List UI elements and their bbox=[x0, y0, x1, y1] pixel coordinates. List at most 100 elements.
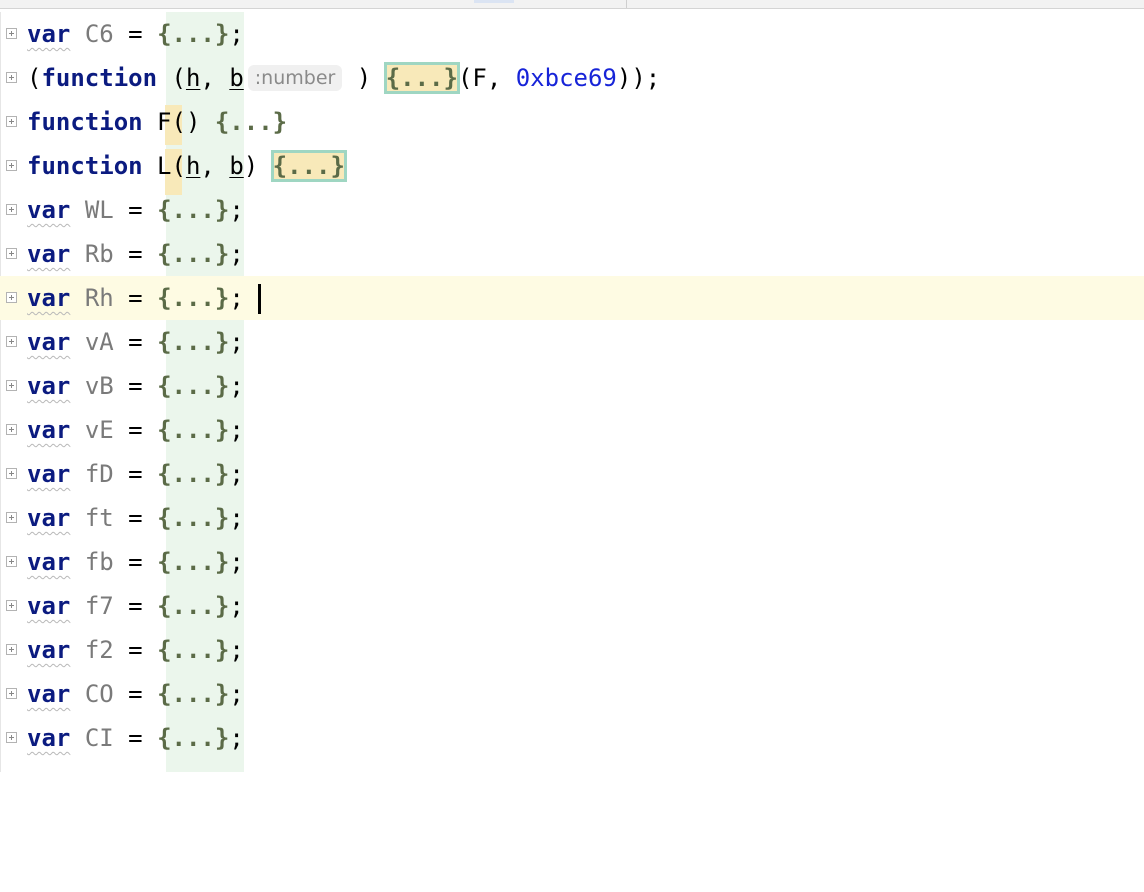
code-line[interactable]: (function (h, b:number ) {...}(F, 0xbce6… bbox=[0, 56, 1144, 100]
folded-block[interactable]: {...} bbox=[383, 62, 460, 94]
fold-expand-icon[interactable] bbox=[6, 468, 17, 479]
folded-block[interactable]: {...} bbox=[157, 416, 229, 444]
semicolon: ; bbox=[229, 460, 244, 488]
keyword: var bbox=[27, 592, 71, 620]
keyword: var bbox=[27, 460, 71, 488]
semicolon: ; bbox=[229, 372, 244, 400]
folded-block[interactable]: {...} bbox=[157, 680, 229, 708]
code-text: var C6 = {...}; bbox=[27, 12, 244, 56]
parameter: h bbox=[185, 64, 201, 92]
variable-name: fD bbox=[84, 460, 114, 488]
code-line[interactable]: var fD = {...}; bbox=[0, 452, 1144, 496]
folded-block[interactable]: {...} bbox=[157, 724, 229, 752]
code-editor[interactable]: var C6 = {...}; (function (h, b:number )… bbox=[0, 12, 1144, 772]
code-text: var vB = {...}; bbox=[27, 364, 244, 408]
code-text: var CO = {...}; bbox=[27, 672, 244, 716]
code-text: var CI = {...}; bbox=[27, 716, 244, 760]
number-literal: 0xbce69 bbox=[515, 64, 617, 92]
code-text: function F() {...} bbox=[27, 100, 287, 144]
fold-expand-icon[interactable] bbox=[6, 28, 17, 39]
fold-expand-icon[interactable] bbox=[6, 424, 17, 435]
folded-block[interactable]: {...} bbox=[157, 592, 229, 620]
folded-block[interactable]: {...} bbox=[157, 20, 229, 48]
fold-expand-icon[interactable] bbox=[6, 688, 17, 699]
code-line[interactable]: var CI = {...}; bbox=[0, 716, 1144, 760]
variable-name: f2 bbox=[84, 636, 114, 664]
code-line[interactable]: var vE = {...}; bbox=[0, 408, 1144, 452]
operator: = bbox=[128, 284, 143, 312]
fold-expand-icon[interactable] bbox=[6, 204, 17, 215]
code-line[interactable]: var vA = {...}; bbox=[0, 320, 1144, 364]
variable-name: Rb bbox=[84, 240, 114, 268]
code-line[interactable]: var WL = {...}; bbox=[0, 188, 1144, 232]
code-line[interactable]: var f2 = {...}; bbox=[0, 628, 1144, 672]
code-line[interactable]: function L(h, b) {...} bbox=[0, 144, 1144, 188]
fold-expand-icon[interactable] bbox=[6, 336, 17, 347]
closing: )); bbox=[616, 64, 661, 92]
semicolon: ; bbox=[229, 504, 244, 532]
folded-block[interactable]: {...} bbox=[215, 108, 287, 136]
folded-block[interactable]: {...} bbox=[157, 240, 229, 268]
text-cursor bbox=[258, 284, 261, 314]
code-line[interactable]: var C6 = {...}; bbox=[0, 12, 1144, 56]
code-line[interactable]: var vB = {...}; bbox=[0, 364, 1144, 408]
folded-block[interactable]: {...} bbox=[157, 328, 229, 356]
variable-name: fb bbox=[84, 548, 114, 576]
code-text: var f2 = {...}; bbox=[27, 628, 244, 672]
code-line[interactable]: var fb = {...}; bbox=[0, 540, 1144, 584]
folded-block[interactable]: {...} bbox=[157, 636, 229, 664]
operator: = bbox=[128, 20, 143, 48]
keyword: var bbox=[27, 416, 71, 444]
variable-name: vA bbox=[84, 328, 114, 356]
operator: = bbox=[128, 416, 143, 444]
paren: ) bbox=[243, 152, 259, 180]
code-line[interactable]: var CO = {...}; bbox=[0, 672, 1144, 716]
code-line-current[interactable]: var Rh = {...}; bbox=[0, 276, 1144, 320]
code-line[interactable]: function F() {...} bbox=[0, 100, 1144, 144]
folded-block[interactable]: {...} bbox=[157, 548, 229, 576]
keyword: var bbox=[27, 328, 71, 356]
parameter: b bbox=[229, 64, 244, 92]
fold-expand-icon[interactable] bbox=[6, 556, 17, 567]
semicolon: ; bbox=[229, 592, 244, 620]
code-text: var vA = {...}; bbox=[27, 320, 244, 364]
code-line[interactable]: var Rb = {...}; bbox=[0, 232, 1144, 276]
fold-expand-icon[interactable] bbox=[6, 248, 17, 259]
code-line[interactable]: var ft = {...}; bbox=[0, 496, 1144, 540]
operator: = bbox=[128, 504, 143, 532]
keyword: var bbox=[27, 636, 71, 664]
folded-block[interactable]: {...} bbox=[157, 372, 229, 400]
operator: = bbox=[128, 460, 143, 488]
code-text: var fb = {...}; bbox=[27, 540, 244, 584]
fold-expand-icon[interactable] bbox=[6, 72, 17, 83]
folded-block[interactable]: {...} bbox=[157, 284, 229, 312]
paren: ) bbox=[356, 64, 372, 92]
code-line[interactable]: var f7 = {...}; bbox=[0, 584, 1144, 628]
code-text: function L(h, b) {...} bbox=[27, 144, 347, 188]
variable-name: vE bbox=[84, 416, 114, 444]
paren: ( bbox=[27, 64, 42, 92]
fold-expand-icon[interactable] bbox=[6, 600, 17, 611]
fold-expand-icon[interactable] bbox=[6, 116, 17, 127]
folded-block[interactable]: {...} bbox=[157, 460, 229, 488]
code-text: var vE = {...}; bbox=[27, 408, 244, 452]
keyword: function bbox=[27, 108, 143, 136]
operator: = bbox=[128, 372, 143, 400]
keyword: var bbox=[27, 240, 71, 268]
folded-block[interactable]: {...} bbox=[157, 504, 229, 532]
fold-expand-icon[interactable] bbox=[6, 160, 17, 171]
keyword: var bbox=[27, 680, 71, 708]
fold-expand-icon[interactable] bbox=[6, 512, 17, 523]
variable-name: Rh bbox=[84, 284, 114, 312]
keyword: var bbox=[27, 548, 71, 576]
fold-expand-icon[interactable] bbox=[6, 292, 17, 303]
folded-block[interactable]: {...} bbox=[270, 150, 347, 182]
fold-expand-icon[interactable] bbox=[6, 732, 17, 743]
folded-block[interactable]: {...} bbox=[157, 196, 229, 224]
active-tab-indicator bbox=[474, 0, 514, 3]
keyword: var bbox=[27, 724, 71, 752]
semicolon: ; bbox=[229, 196, 244, 224]
parameters: () bbox=[171, 108, 201, 136]
fold-expand-icon[interactable] bbox=[6, 380, 17, 391]
fold-expand-icon[interactable] bbox=[6, 644, 17, 655]
